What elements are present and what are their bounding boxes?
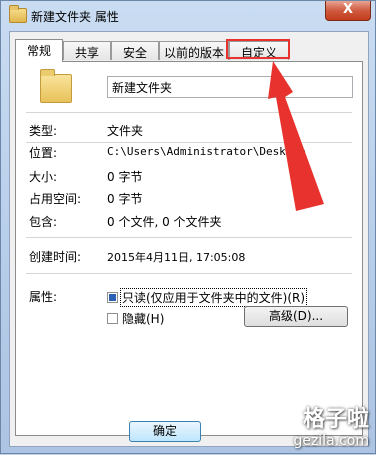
properties-window: 新建文件夹 属性 X 常规 共享 安全 以前的版本 自定义 类型: 文件夹 位置… [0,0,376,454]
watermark: 格子啦 gezila.com [293,407,369,449]
annotation-arrow-icon [268,61,324,211]
watermark-brand: 格子啦 [302,407,369,432]
watermark-domain: gezila.com [293,433,369,449]
